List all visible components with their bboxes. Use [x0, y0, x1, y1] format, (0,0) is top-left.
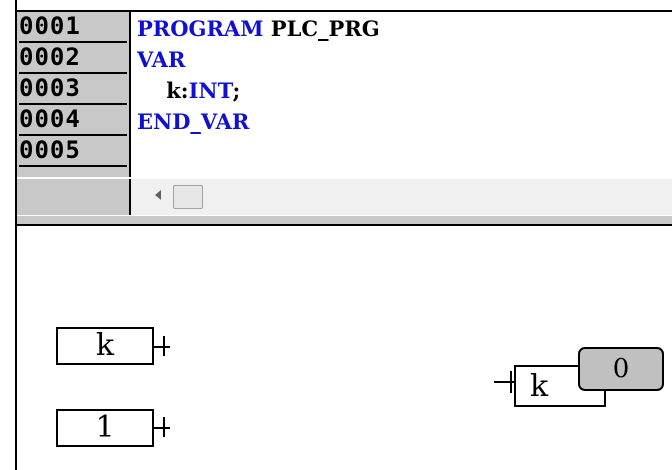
line-number: 0001	[19, 12, 127, 43]
line-number: 0004	[19, 105, 127, 136]
input-connector-pin	[163, 417, 165, 437]
input-box-k[interactable]: k	[56, 327, 154, 365]
declaration-editor[interactable]: 0001 0002 0003 0004 0005 PROGRAM PLC_PRG…	[0, 0, 672, 226]
code-line-2[interactable]: VAR	[137, 45, 185, 74]
horizontal-scrollbar[interactable]	[17, 179, 672, 215]
output-connector-pin	[510, 371, 512, 393]
line-number-gutter: 0001 0002 0003 0004 0005	[17, 12, 131, 177]
cfc-editor[interactable]: k 1 k 0	[17, 226, 672, 470]
editor-splitter[interactable]	[17, 216, 672, 226]
top-border	[15, 10, 672, 12]
keyword: VAR	[137, 47, 186, 72]
scroll-thumb[interactable]	[173, 185, 203, 209]
keyword: INT	[188, 78, 233, 103]
keyword: END_VAR	[137, 109, 250, 134]
online-value-display: 0	[578, 347, 664, 391]
line-number: 0003	[19, 74, 127, 105]
code-line-3[interactable]: k:INT;	[137, 76, 240, 105]
input-box-1[interactable]: 1	[56, 409, 154, 447]
keyword: PROGRAM	[137, 16, 264, 41]
identifier: k:	[166, 78, 189, 103]
line-number: 0005	[19, 136, 127, 167]
identifier: PLC_PRG	[263, 16, 380, 41]
scrollbar-gutter-corner	[17, 179, 131, 215]
scroll-left-arrow-icon[interactable]	[155, 190, 161, 200]
punctuation: ;	[232, 78, 241, 103]
code-line-1[interactable]: PROGRAM PLC_PRG	[137, 14, 380, 43]
code-line-4[interactable]: END_VAR	[137, 107, 249, 136]
input-connector-pin	[163, 336, 165, 356]
line-number: 0002	[19, 43, 127, 74]
input-connector	[154, 346, 170, 348]
input-connector	[154, 427, 170, 429]
